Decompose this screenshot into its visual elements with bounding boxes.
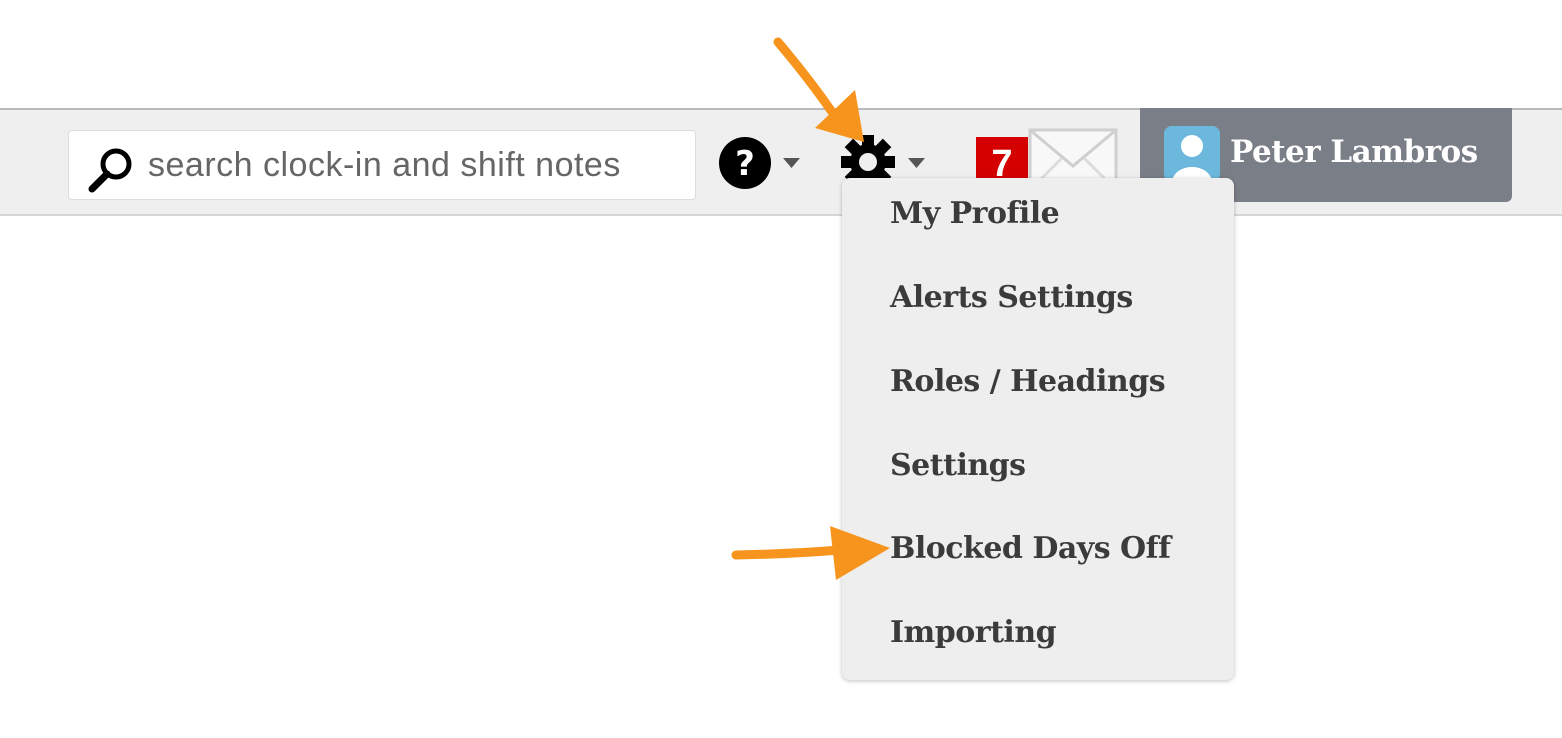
- svg-text:?: ?: [735, 144, 755, 184]
- search-input[interactable]: [148, 138, 688, 192]
- search-icon[interactable]: [86, 144, 136, 194]
- callout-arrow-blocked-days: [731, 526, 890, 580]
- menu-item-alerts-settings[interactable]: Alerts Settings: [890, 280, 1133, 315]
- menu-item-my-profile[interactable]: My Profile: [890, 196, 1060, 231]
- avatar[interactable]: [1164, 126, 1220, 182]
- menu-item-settings[interactable]: Settings: [890, 448, 1026, 483]
- callout-arrow-gear: [773, 37, 864, 142]
- menu-item-importing[interactable]: Importing: [890, 615, 1057, 650]
- settings-dropdown-menu: [842, 178, 1234, 680]
- menu-item-roles-headings[interactable]: Roles / Headings: [890, 364, 1166, 399]
- user-name[interactable]: Peter Lambros: [1230, 134, 1478, 170]
- chevron-down-icon: [908, 158, 925, 168]
- menu-item-blocked-days-off[interactable]: Blocked Days Off: [890, 531, 1171, 566]
